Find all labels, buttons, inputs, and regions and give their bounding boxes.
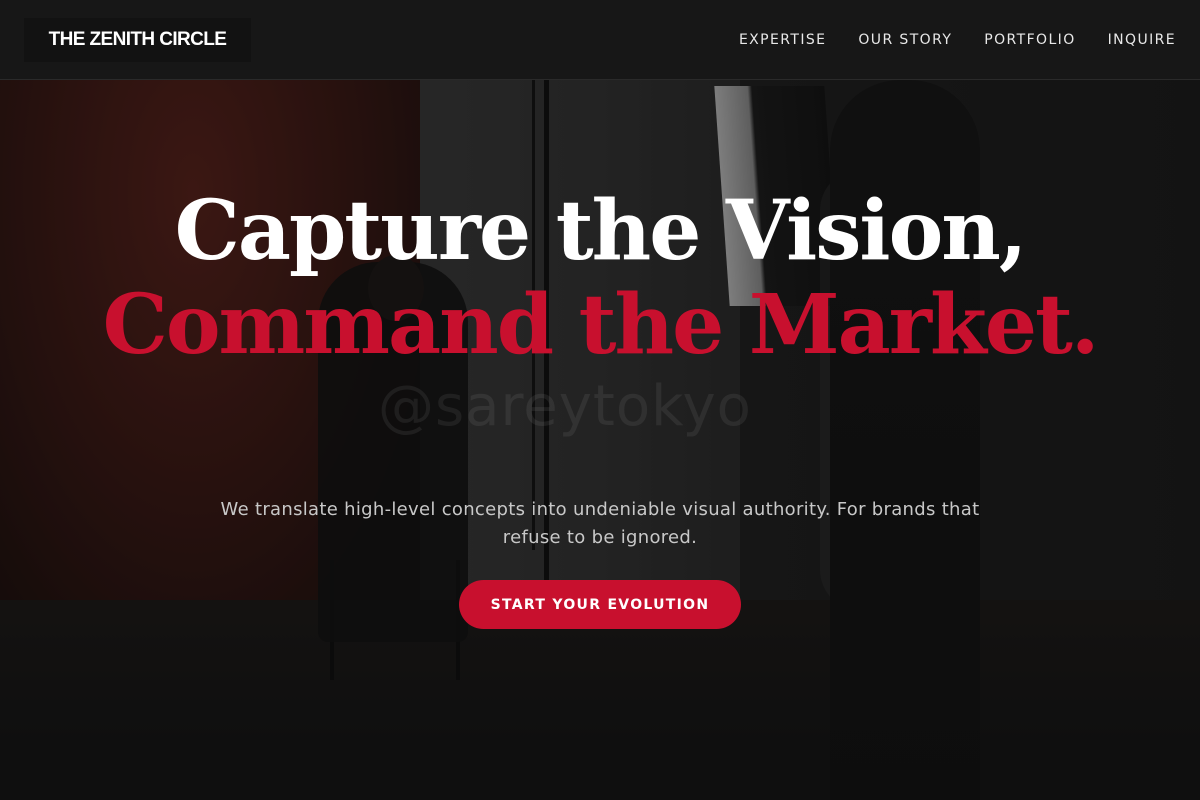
top-navbar: THE ZENITH CIRCLE EXPERTISE OUR STORY PO… <box>0 0 1200 80</box>
nav-link-expertise[interactable]: EXPERTISE <box>739 32 826 48</box>
nav-link-our-story[interactable]: OUR STORY <box>858 32 952 48</box>
start-evolution-button[interactable]: START YOUR EVOLUTION <box>459 580 741 629</box>
hero-headline-line-1: Capture the Vision, <box>174 183 1028 279</box>
nav-link-portfolio[interactable]: PORTFOLIO <box>984 32 1075 48</box>
hero-headline-accent: Command the Market. <box>102 277 1100 373</box>
hero-headline: Capture the Vision, Command the Market. <box>0 184 1200 372</box>
hero-subtext: We translate high-level concepts into un… <box>220 499 980 548</box>
site-logo[interactable]: THE ZENITH CIRCLE <box>24 18 251 62</box>
landing-page: @sareytokyo THE ZENITH CIRCLE EXPERTISE … <box>0 0 1200 800</box>
hero-section: Capture the Vision, Command the Market. … <box>0 80 1200 800</box>
nav-link-inquire[interactable]: INQUIRE <box>1108 32 1176 48</box>
nav-links: EXPERTISE OUR STORY PORTFOLIO INQUIRE <box>739 0 1176 80</box>
